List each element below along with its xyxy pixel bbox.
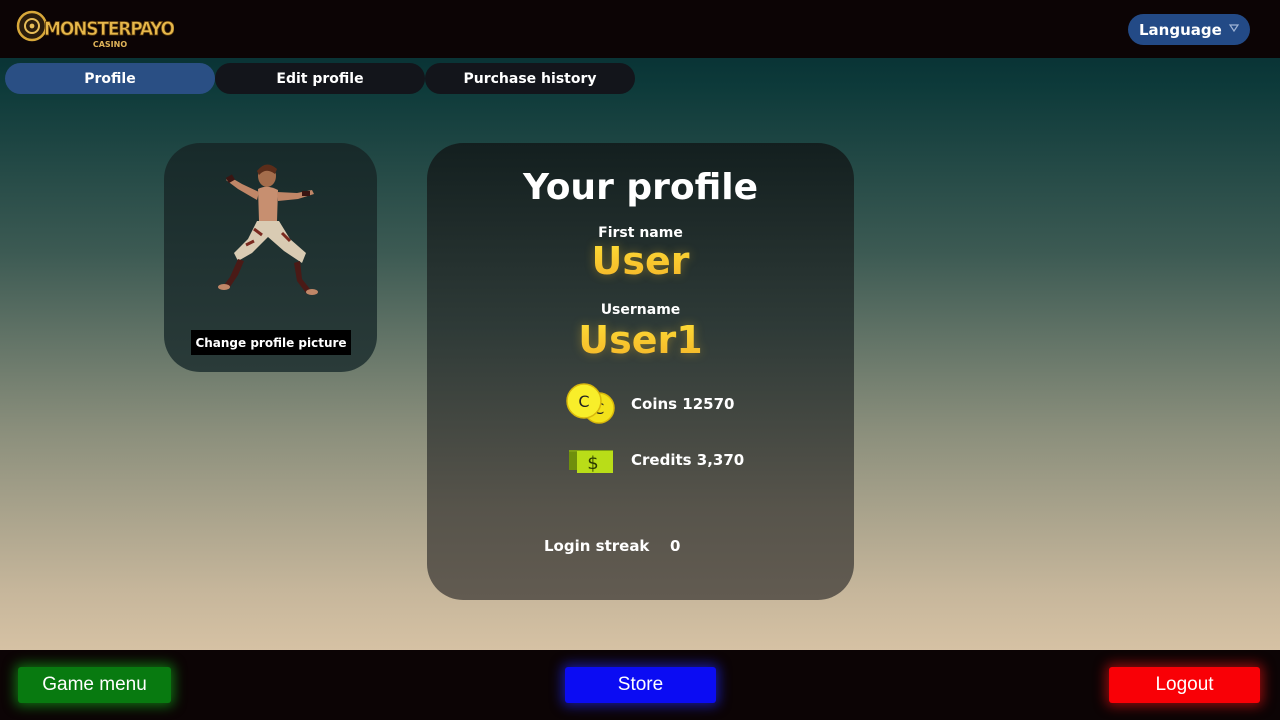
bottom-bar: Game menu Store Logout — [0, 650, 1280, 720]
username-value: User1 — [427, 318, 854, 362]
coins-row: C C Coins 12570 — [427, 382, 854, 428]
language-label: Language — [1139, 20, 1222, 39]
chevron-down-icon — [1228, 24, 1240, 33]
tab-edit-profile[interactable]: Edit profile — [215, 63, 425, 94]
profile-card: Your profile First name User Username Us… — [427, 143, 854, 600]
login-streak-label: Login streak — [544, 537, 650, 555]
avatar-card: Change profile picture — [164, 143, 377, 372]
svg-text:MONSTERPAYOUT: MONSTERPAYOUT — [44, 18, 174, 40]
tab-purchase-history[interactable]: Purchase history — [425, 63, 635, 94]
top-bar: MONSTERPAYOUT CASINO Language — [0, 0, 1280, 58]
first-name-value: User — [427, 239, 854, 283]
store-button[interactable]: Store — [565, 667, 716, 703]
game-menu-button[interactable]: Game menu — [18, 667, 171, 703]
svg-text:$: $ — [587, 453, 598, 474]
coins-icon: C C — [566, 383, 615, 424]
svg-text:C: C — [578, 392, 589, 411]
change-profile-picture-button[interactable]: Change profile picture — [191, 330, 351, 355]
language-dropdown[interactable]: Language — [1128, 14, 1250, 45]
page-title: Your profile — [522, 167, 759, 208]
avatar-image — [218, 164, 318, 295]
coins-balance: Coins 12570 — [631, 395, 735, 413]
username-label: Username — [600, 302, 681, 318]
casino-logo[interactable]: MONSTERPAYOUT CASINO — [14, 6, 200, 50]
credits-icon: $ — [569, 450, 613, 474]
tab-profile[interactable]: Profile — [5, 63, 215, 94]
logout-button[interactable]: Logout — [1109, 667, 1260, 703]
login-streak-value: 0 — [670, 537, 681, 555]
logo-graphic: MONSTERPAYOUT CASINO — [16, 10, 200, 49]
credits-balance: Credits 3,370 — [631, 451, 745, 469]
credits-row: $ Credits 3,370 — [427, 438, 854, 484]
svg-text:CASINO: CASINO — [93, 40, 127, 49]
